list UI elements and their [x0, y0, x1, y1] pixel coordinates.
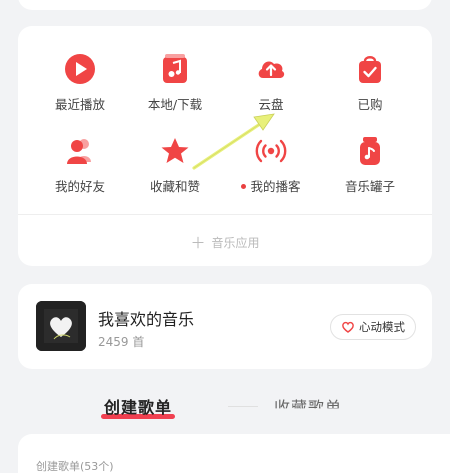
- shortcut-label: 我的播客: [226, 176, 316, 195]
- shortcut-friends[interactable]: 我的好友: [35, 134, 125, 195]
- music-note-icon: [163, 54, 187, 83]
- shortcut-local-download[interactable]: 本地/下载: [130, 52, 220, 113]
- album-cover: [36, 301, 86, 351]
- tab-created-playlists[interactable]: 创建歌单: [101, 394, 176, 419]
- shortcut-music-jar[interactable]: 音乐罐子: [325, 134, 415, 195]
- tab-separator: [228, 406, 258, 407]
- created-playlists-card: 创建歌单(53个): [18, 434, 450, 473]
- shortcut-label: 已购: [357, 97, 383, 112]
- shortcut-my-podcast[interactable]: 我的播客: [226, 134, 316, 195]
- shortcut-recent-play[interactable]: 最近播放: [35, 52, 125, 113]
- shortcut-label: 音乐罐子: [344, 179, 395, 194]
- shortcut-purchased[interactable]: 已购: [325, 52, 415, 113]
- created-playlists-title: 创建歌单(53个): [36, 460, 114, 473]
- shortcut-label: 我的好友: [54, 179, 105, 194]
- shortcut-label: 云盘: [258, 97, 284, 112]
- shortcut-favorites-likes[interactable]: 收藏和赞: [130, 134, 220, 195]
- plus-icon: ＋: [190, 234, 206, 252]
- new-dot: [241, 184, 247, 189]
- broadcast-icon: [255, 139, 287, 163]
- music-apps-button[interactable]: ＋ 音乐应用: [18, 232, 432, 253]
- shortcut-label: 最近播放: [54, 97, 105, 112]
- friends-icon: [67, 139, 91, 164]
- play-circle-icon: [65, 54, 95, 84]
- shortcut-label: 收藏和赞: [149, 179, 200, 194]
- tab-collected-playlists[interactable]: 收藏歌单: [274, 394, 343, 417]
- music-jar-icon: [360, 137, 380, 165]
- heartbeat-mode-button[interactable]: 心动模式: [330, 314, 416, 340]
- heartbeat-mode-label: 心动模式: [359, 320, 405, 334]
- music-apps-label: 音乐应用: [211, 236, 260, 250]
- shopping-bag-icon: [359, 56, 381, 83]
- grid-divider: [18, 214, 432, 215]
- shortcut-cloud-disk[interactable]: 云盘: [226, 52, 316, 113]
- tab-collected-label: 收藏歌单: [274, 398, 343, 417]
- shortcut-label-text: 我的播客: [250, 179, 301, 194]
- heart-cover-icon: [36, 301, 86, 351]
- heart-icon: [342, 321, 354, 333]
- top-card: [18, 0, 432, 10]
- tab-created-label: 创建歌单: [104, 398, 173, 417]
- liked-music-count: 2459 首: [98, 335, 145, 349]
- cloud-upload-icon: [258, 61, 285, 78]
- shortcut-label: 本地/下载: [147, 97, 203, 112]
- star-icon: [161, 138, 189, 163]
- playlist-tabs: 创建歌单 收藏歌单: [0, 392, 450, 422]
- shortcut-grid: 最近播放 本地/下载 云盘 已购 我的好友 收藏和赞 我的播客 音乐罐子 ＋ 音…: [18, 26, 432, 266]
- liked-music-card[interactable]: 我喜欢的音乐 2459 首 心动模式: [18, 284, 432, 369]
- liked-music-title: 我喜欢的音乐: [98, 310, 195, 329]
